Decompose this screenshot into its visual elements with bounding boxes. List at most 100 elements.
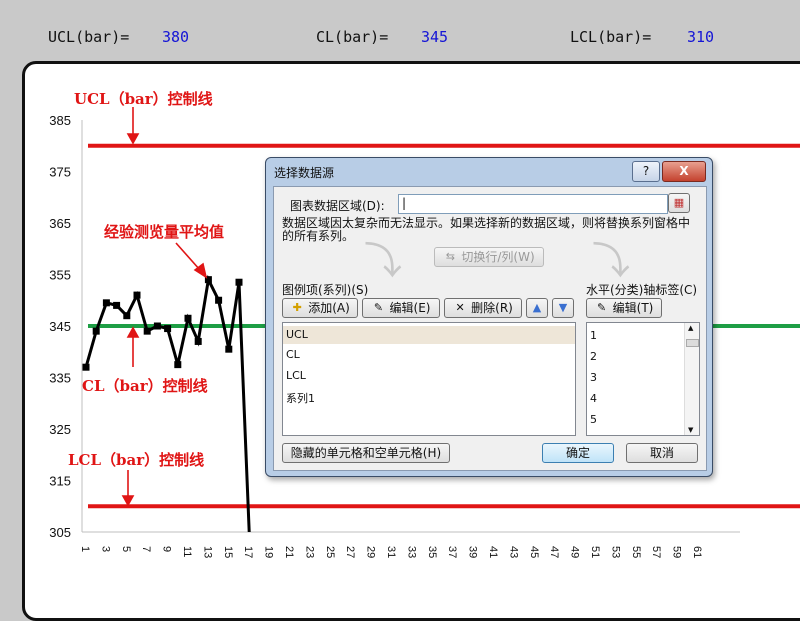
x-tick-label: 7 [140,546,152,552]
x-tick-label: 43 [507,546,519,558]
axis-item[interactable]: 5 [590,413,597,426]
series-point [92,327,100,335]
y-tick-label: 325 [49,422,71,437]
move-up-button[interactable]: ▲ [526,298,548,318]
scroll-up-icon[interactable]: ▲ [688,324,693,332]
help-button[interactable]: ? [632,161,660,182]
series-item[interactable]: LCL [286,369,306,382]
ok-button[interactable]: 确定 [542,443,614,463]
x-tick-label: 57 [650,546,662,558]
remove-icon: ✕ [455,301,465,314]
axis-list-scrollbar[interactable]: ▲ ▼ [684,323,699,435]
x-tick-label: 37 [446,546,458,558]
x-tick-label: 33 [405,546,417,558]
axis-labels-list[interactable]: 1 2 3 4 5 ▲ ▼ [586,322,700,436]
edit-series-button[interactable]: ✎ 编辑(E) [362,298,440,318]
x-tick-label: 53 [609,546,621,558]
x-tick-label: 11 [181,546,193,557]
series-point [82,363,90,371]
scroll-thumb[interactable] [686,339,699,347]
series-line [84,274,251,533]
switch-icon: ⇆ [445,250,455,263]
close-button[interactable]: X [662,161,706,182]
collapse-range-button[interactable]: ▦ [668,193,690,213]
x-tick-label: 25 [324,546,336,558]
add-icon: ✚ [292,301,302,314]
series-item[interactable]: UCL [283,326,575,344]
cancel-button[interactable]: 取消 [626,443,698,463]
y-tick-label: 385 [49,113,71,128]
scroll-down-icon[interactable]: ▼ [688,426,693,434]
x-tick-label: 41 [487,546,499,558]
left-arrow-icon: ⤵ [364,239,403,283]
x-tick-label: 35 [426,546,438,558]
x-tick-label: 9 [161,546,173,552]
y-tick-label: 355 [49,268,71,283]
select-data-source-dialog: 选择数据源 ? X 图表数据区域(D): | ▦ 数据区域因太复杂而无法显示。如… [265,157,713,477]
range-input[interactable]: | [398,194,668,214]
cl-arrowhead [126,326,140,338]
x-tick-label: 3 [99,546,111,552]
range-select-icon: ▦ [673,196,685,209]
legend-entries-label: 图例项(系列)(S) [282,283,369,297]
dialog-title: 选择数据源 [274,166,335,180]
y-tick-label: 335 [49,371,71,386]
x-tick-label: 49 [569,546,581,558]
lcl-annotation: LCL（bar）控制线 [68,451,205,469]
axis-item[interactable]: 3 [590,371,597,384]
cancel-label: 取消 [649,445,674,460]
series-point [133,291,141,299]
series-point [215,296,223,304]
remove-label: 删除(R) [471,300,513,315]
series-point [153,322,161,330]
x-tick-label: 59 [671,546,683,558]
move-down-button[interactable]: ▼ [552,298,574,318]
edit-axis-label: 编辑(T) [612,300,654,315]
range-message: 数据区域因太复杂而无法显示。如果选择新的数据区域，则将替换系列窗格中的所有系列。 [282,216,691,243]
edit-axis-labels-button[interactable]: ✎ 编辑(T) [586,298,662,318]
add-series-button[interactable]: ✚ 添加(A) [282,298,358,318]
hidden-empty-cells-label: 隐藏的单元格和空单元格(H) [290,445,442,460]
y-tick-label: 305 [49,525,71,540]
right-arrow-icon: ⤵ [592,239,631,283]
x-tick-label: 47 [548,546,560,558]
hidden-empty-cells-button[interactable]: 隐藏的单元格和空单元格(H) [282,443,450,463]
edit-axis-icon: ✎ [597,301,607,314]
ucl-arrowhead [126,133,140,145]
range-label: 图表数据区域(D): [290,199,385,213]
series-point [174,361,182,369]
x-tick-label: 13 [201,546,213,558]
remove-series-button[interactable]: ✕ 删除(R) [444,298,522,318]
series-point [194,337,202,345]
series-item[interactable]: 系列1 [286,390,315,406]
series-point [123,312,131,320]
switch-row-column-button[interactable]: ⇆ 切换行/列(W) [434,247,544,267]
help-icon: ? [642,164,650,178]
series-list[interactable]: UCL CL LCL 系列1 [282,322,576,436]
series-point [102,299,110,307]
x-tick-label: 21 [283,546,295,558]
x-tick-label: 51 [589,546,601,558]
x-tick-label: 39 [467,546,479,558]
series-point [113,301,121,309]
axis-item[interactable]: 2 [590,350,597,363]
x-tick-label: 45 [528,546,540,558]
ok-label: 确定 [565,445,590,460]
axis-labels-label: 水平(分类)轴标签(C) [586,283,698,297]
x-tick-label: 29 [365,546,377,558]
x-tick-label: 17 [242,546,254,558]
series-point [143,327,151,335]
edit-label: 编辑(E) [389,300,431,315]
series-point [184,314,192,322]
x-tick-label: 31 [385,546,397,558]
add-label: 添加(A) [308,300,350,315]
axis-item[interactable]: 1 [590,329,597,342]
edit-icon: ✎ [373,301,384,314]
series-item[interactable]: CL [286,348,300,361]
x-tick-label: 5 [120,546,132,552]
y-tick-label: 345 [49,319,71,334]
axis-item[interactable]: 4 [590,392,597,405]
lcl-arrowhead [121,495,135,507]
arrow-down-icon: ▼ [558,301,568,314]
x-tick-label: 1 [79,546,91,552]
